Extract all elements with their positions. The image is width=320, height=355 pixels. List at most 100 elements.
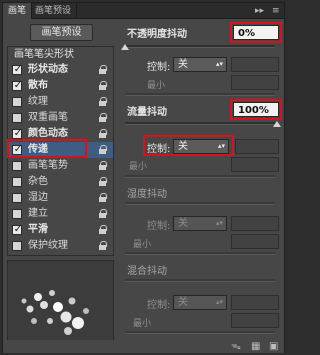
list-item-scattering[interactable]: ✓ 散布: [8, 78, 113, 94]
control3-value: 关: [178, 218, 188, 229]
list-item-noise[interactable]: 杂色: [8, 174, 113, 190]
highlight-flow-jitter: [230, 99, 282, 120]
control1-value: 关: [178, 59, 188, 70]
min4-label: 最小: [133, 319, 152, 329]
flow-jitter-slider-thumb[interactable]: [273, 121, 281, 127]
lock-icon[interactable]: [98, 193, 107, 203]
checkbox[interactable]: [12, 209, 22, 219]
tab-bar: 画笔 画笔预设 ▸▸ ≡: [3, 3, 284, 19]
min3-number[interactable]: [231, 234, 279, 249]
opacity-jitter-label: 不透明度抖动: [127, 29, 187, 40]
lock-icon[interactable]: [98, 97, 107, 107]
checkbox[interactable]: ✓: [12, 80, 22, 91]
lock-icon[interactable]: [98, 161, 107, 171]
list-item-protect-texture[interactable]: 保护纹理: [8, 238, 113, 254]
new-preset-icon[interactable]: ▣: [269, 341, 278, 352]
checkbox[interactable]: [12, 113, 22, 123]
list-item-wet-edges[interactable]: 湿边: [8, 190, 113, 206]
list-item-shape-dynamics[interactable]: ✓ 形状动态: [8, 62, 113, 78]
panel-menu-icon[interactable]: ≡: [272, 5, 280, 17]
list-item-label: 双重画笔: [28, 112, 68, 123]
control3-number[interactable]: [231, 216, 279, 231]
list-item-label: 形状动态: [28, 64, 68, 75]
lock-icon[interactable]: [98, 209, 107, 219]
lock-icon[interactable]: [98, 225, 107, 235]
chevron-updown-icon: ▴▾: [215, 298, 223, 306]
list-item-label: 建立: [28, 208, 48, 219]
lock-icon[interactable]: [98, 129, 107, 139]
highlight-transfer: [7, 139, 87, 158]
collapse-icon[interactable]: ▸▸: [255, 5, 264, 17]
min1-label: 最小: [147, 81, 166, 91]
stroke-preview-graphic: [21, 290, 89, 335]
flow-jitter-slider[interactable]: [125, 122, 275, 125]
brush-stroke-preview: [7, 260, 114, 352]
list-item-smoothing[interactable]: ✓ 平滑: [8, 222, 113, 238]
min1-slider[interactable]: [125, 93, 275, 96]
control4-select[interactable]: 关 ▴▾: [173, 295, 227, 310]
lock-icon[interactable]: [98, 177, 107, 187]
opacity-jitter-slider[interactable]: [125, 45, 275, 48]
checkbox[interactable]: [12, 161, 22, 171]
flow-jitter-label: 流量抖动: [127, 107, 167, 118]
lock-icon[interactable]: [98, 65, 107, 75]
control1-number[interactable]: [231, 57, 279, 72]
wet-jitter-label: 湿度抖动: [127, 189, 167, 200]
min4-number[interactable]: [231, 313, 279, 328]
brush-tip-shape-item[interactable]: 画笔笔尖形状: [8, 47, 113, 62]
list-item-label: 纹理: [28, 96, 48, 107]
right-column: 不透明度抖动 0% 控制: 关 ▴▾ 最小 流量抖动 100% 控制: 关 ▴▾…: [121, 20, 284, 353]
control1-select[interactable]: 关 ▴▾: [173, 57, 227, 72]
list-item-label: 保护纹理: [28, 240, 68, 251]
list-item-label: 画笔笔势: [28, 160, 68, 171]
list-item-texture[interactable]: 纹理: [8, 94, 113, 110]
tab-brush-presets[interactable]: 画笔预设: [30, 3, 78, 19]
min2-slider[interactable]: [125, 175, 275, 178]
wet-jitter-slider[interactable]: [125, 202, 275, 205]
control4-number[interactable]: [231, 295, 279, 310]
checkbox[interactable]: ✓: [12, 64, 22, 75]
control2-number[interactable]: [235, 139, 279, 154]
brush-presets-button[interactable]: 画笔预设: [30, 24, 93, 41]
lock-icon[interactable]: [98, 113, 107, 123]
list-item-brush-pose[interactable]: 画笔笔势: [8, 158, 113, 174]
left-column: 画笔预设 画笔笔尖形状 ✓ 形状动态 ✓ 散布 纹理 双重画笔 ✓ 颜色动态 ✓…: [3, 20, 119, 353]
min2-label: 最小: [129, 162, 148, 172]
min1-number[interactable]: [231, 75, 279, 90]
checkbox[interactable]: ✓: [12, 224, 22, 235]
min2-number[interactable]: [231, 157, 279, 172]
chevron-updown-icon: ▴▾: [215, 60, 223, 68]
checkbox[interactable]: [12, 177, 22, 187]
control3-label: 控制:: [147, 221, 171, 232]
list-item-label: 湿边: [28, 192, 48, 203]
list-item-label: 杂色: [28, 176, 48, 187]
list-item-label: 散布: [28, 80, 48, 91]
highlight-opacity-jitter: [230, 22, 282, 43]
checkbox[interactable]: ✓: [12, 128, 22, 139]
mix-jitter-slider[interactable]: [125, 279, 275, 282]
control1-label: 控制:: [147, 62, 171, 73]
checkbox[interactable]: [12, 193, 22, 203]
control4-label: 控制:: [147, 300, 171, 311]
lock-icon[interactable]: [98, 145, 107, 155]
min4-slider[interactable]: [125, 331, 275, 334]
control3-select[interactable]: 关 ▴▾: [173, 216, 227, 231]
highlight-control2: [143, 135, 234, 156]
list-item-build-up[interactable]: 建立: [8, 206, 113, 222]
bottom-toolbar: ᯓ ▦ ▣: [3, 340, 284, 353]
grid-icon[interactable]: ▦: [251, 341, 260, 352]
checkbox[interactable]: [12, 97, 22, 107]
lock-icon[interactable]: [98, 81, 107, 91]
list-item-label: 平滑: [28, 224, 48, 235]
brush-panel: 画笔 画笔预设 ▸▸ ≡ 画笔预设 画笔笔尖形状 ✓ 形状动态 ✓ 散布 纹理: [2, 2, 285, 353]
checkbox[interactable]: [12, 241, 22, 251]
control4-value: 关: [178, 297, 188, 308]
min3-label: 最小: [133, 240, 152, 250]
mix-jitter-label: 混合抖动: [127, 266, 167, 277]
tab-brush[interactable]: 画笔: [3, 3, 33, 19]
opacity-jitter-slider-thumb[interactable]: [121, 44, 129, 50]
min3-slider[interactable]: [125, 252, 275, 255]
list-item-dual-brush[interactable]: 双重画笔: [8, 110, 113, 126]
lock-icon[interactable]: [98, 241, 107, 251]
brush-toggle-icon[interactable]: ᯓ: [231, 341, 241, 352]
